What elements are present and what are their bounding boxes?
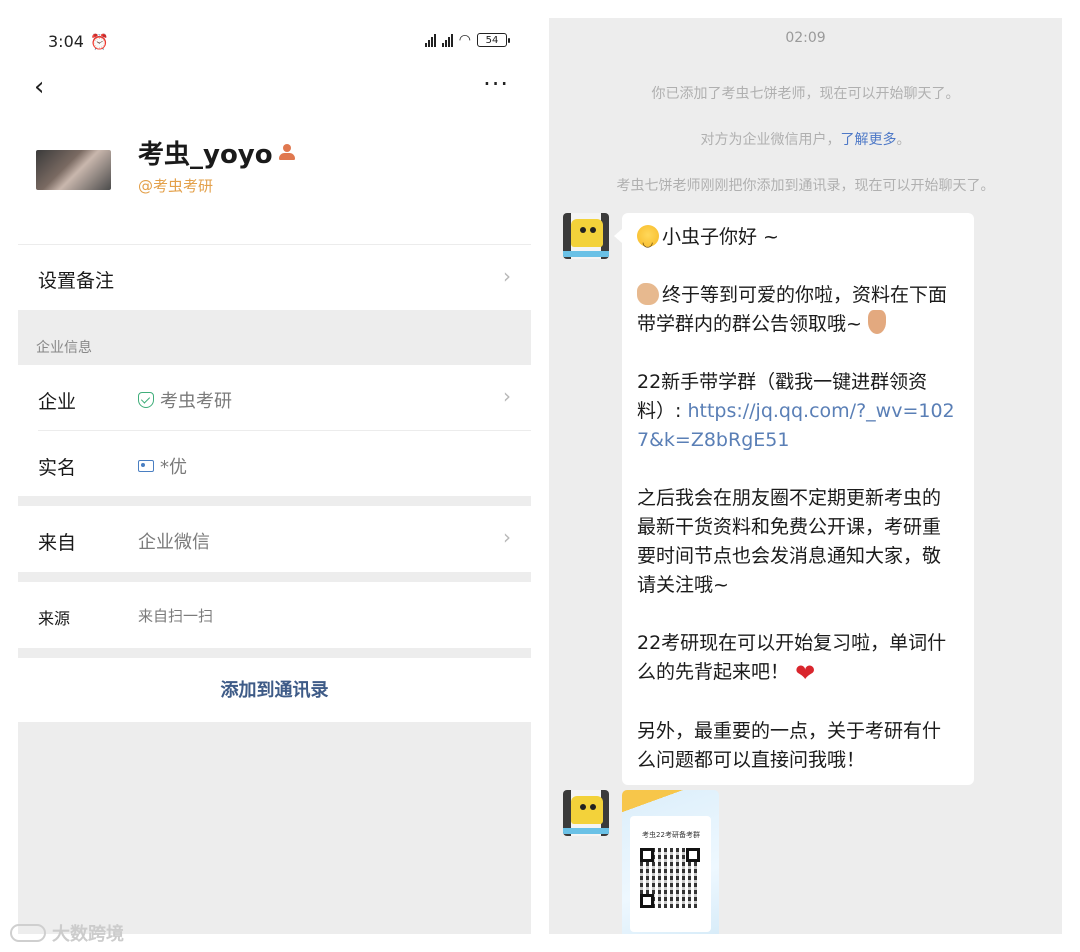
message-paragraph: 之后我会在朋友圈不定期更新考虫的最新干货资料和免费公开课，考研重要时间节点也会发…	[637, 484, 959, 600]
message-text: 终于等到可爱的你啦，资料在下面带学群内的群公告领取哦~	[637, 284, 948, 335]
status-time: 3:04	[48, 32, 84, 51]
realname-value: *优	[160, 457, 187, 478]
message-paragraph: 小虫子你好 ~	[637, 223, 959, 257]
signal-icon-2	[441, 33, 453, 47]
section-band	[18, 310, 531, 365]
section-band	[18, 572, 531, 582]
profile-name: 考虫_yoyo	[138, 140, 273, 170]
empty-area	[18, 722, 531, 934]
profile-company-tag: @考虫考研	[138, 177, 214, 195]
chat-timestamp: 02:09	[785, 30, 826, 46]
poster-title: 考虫22考研备考群	[642, 831, 700, 839]
clap-emoji-icon	[637, 283, 659, 305]
system-message: 考虫七饼老师刚刚把你添加到通讯录，现在可以开始聊天了。	[616, 178, 995, 194]
message-greeting: 小虫子你好 ~	[662, 226, 779, 248]
chevron-right-icon: ›	[503, 525, 511, 549]
company-label: 企业	[38, 391, 77, 413]
from-label: 来自	[38, 532, 77, 554]
wifi-icon: ◠	[458, 32, 471, 48]
smile-emoji-icon	[637, 225, 659, 257]
company-value: 考虫考研	[160, 391, 232, 412]
learn-more-link[interactable]: 了解更多	[841, 132, 897, 148]
system-message-period: 。	[896, 132, 911, 148]
system-message-text: 对方为企业微信用户，	[700, 132, 841, 148]
realname-value-wrap: *优	[138, 453, 187, 479]
message-text: 另外，最重要的一点，关于考研有什么问题都可以直接问我哦！	[637, 720, 942, 771]
avatar[interactable]	[36, 150, 111, 190]
source-value: 来自扫一扫	[138, 607, 214, 625]
message-text: 之后我会在朋友圈不定期更新考虫的最新干货资料和免费公开课，考研重要时间节点也会发…	[637, 487, 942, 596]
avatar-eye	[580, 227, 586, 233]
status-bar-left: 3:04 ⏰	[48, 32, 109, 51]
section-title-enterprise-info: 企业信息	[36, 340, 92, 356]
more-options-icon[interactable]: ···	[483, 70, 509, 98]
chevron-right-icon: ›	[503, 384, 511, 408]
avatar-strip	[563, 251, 609, 257]
section-band	[18, 496, 531, 506]
signal-icon	[424, 33, 436, 47]
qr-corner	[686, 848, 700, 862]
status-bar-right: ◠ 54	[424, 32, 510, 48]
sender-avatar[interactable]	[563, 213, 609, 259]
avatar-strip	[563, 828, 609, 834]
message-paragraph: 22新手带学群（戳我一键进群领资料）: https://jq.qq.com/?_…	[637, 368, 959, 455]
message-text: 22考研现在可以开始复习啦，单词什么的先背起来吧！	[637, 632, 947, 683]
watermark-logo-icon	[10, 924, 46, 942]
battery-level: 54	[485, 34, 499, 46]
section-band	[18, 648, 531, 658]
avatar-mascot	[571, 219, 603, 247]
qr-corner	[640, 894, 654, 908]
message-paragraph: 另外，最重要的一点，关于考研有什么问题都可以直接问我哦！	[637, 717, 959, 775]
avatar-eye	[580, 804, 586, 810]
add-to-contacts-button[interactable]: 添加到通讯录	[18, 676, 531, 702]
avatar-mascot	[571, 796, 603, 824]
id-card-icon	[138, 460, 154, 472]
qr-corner	[640, 848, 654, 862]
system-message: 你已添加了考虫七饼老师，现在可以开始聊天了。	[651, 86, 960, 102]
sender-avatar[interactable]	[563, 790, 609, 836]
message-paragraph: 22考研现在可以开始复习啦，单词什么的先背起来吧！ ❤	[637, 629, 959, 688]
image-message-qr-poster[interactable]: 考虫22考研备考群	[622, 790, 719, 934]
watermark: 大数跨境	[10, 920, 124, 946]
heart-emoji-icon: ❤	[795, 659, 816, 687]
pointing-down-emoji-icon	[867, 310, 886, 334]
battery-icon: 54	[477, 33, 510, 47]
divider	[18, 244, 531, 245]
profile-name-row: 考虫_yoyo	[138, 134, 295, 171]
contact-profile-panel: 3:04 ⏰ ◠ 54 ‹ ··· 考虫_yoyo @考虫考研 设置备注 › 企…	[18, 0, 531, 934]
message-bubble[interactable]: 小虫子你好 ~ 终于等到可爱的你啦，资料在下面带学群内的群公告领取哦~ 22新手…	[614, 213, 974, 785]
divider	[38, 430, 531, 431]
message-paragraph: 终于等到可爱的你啦，资料在下面带学群内的群公告领取哦~	[637, 281, 959, 339]
from-value: 企业微信	[138, 532, 210, 553]
verified-shield-icon	[138, 392, 154, 408]
person-icon	[278, 143, 295, 162]
watermark-text: 大数跨境	[52, 924, 124, 945]
chat-panel: 02:09 你已添加了考虫七饼老师，现在可以开始聊天了。 对方为企业微信用户，了…	[549, 18, 1062, 934]
chevron-right-icon: ›	[503, 264, 511, 288]
system-message-enterprise: 对方为企业微信用户，了解更多。	[549, 129, 1062, 149]
realname-label: 实名	[38, 457, 77, 479]
back-arrow-icon[interactable]: ‹	[34, 72, 44, 102]
set-remark-label: 设置备注	[38, 270, 115, 292]
source-label: 来源	[38, 609, 71, 628]
avatar-eye	[590, 227, 596, 233]
alarm-icon: ⏰	[89, 32, 109, 51]
company-value-wrap: 考虫考研	[138, 387, 232, 413]
avatar-eye	[590, 804, 596, 810]
